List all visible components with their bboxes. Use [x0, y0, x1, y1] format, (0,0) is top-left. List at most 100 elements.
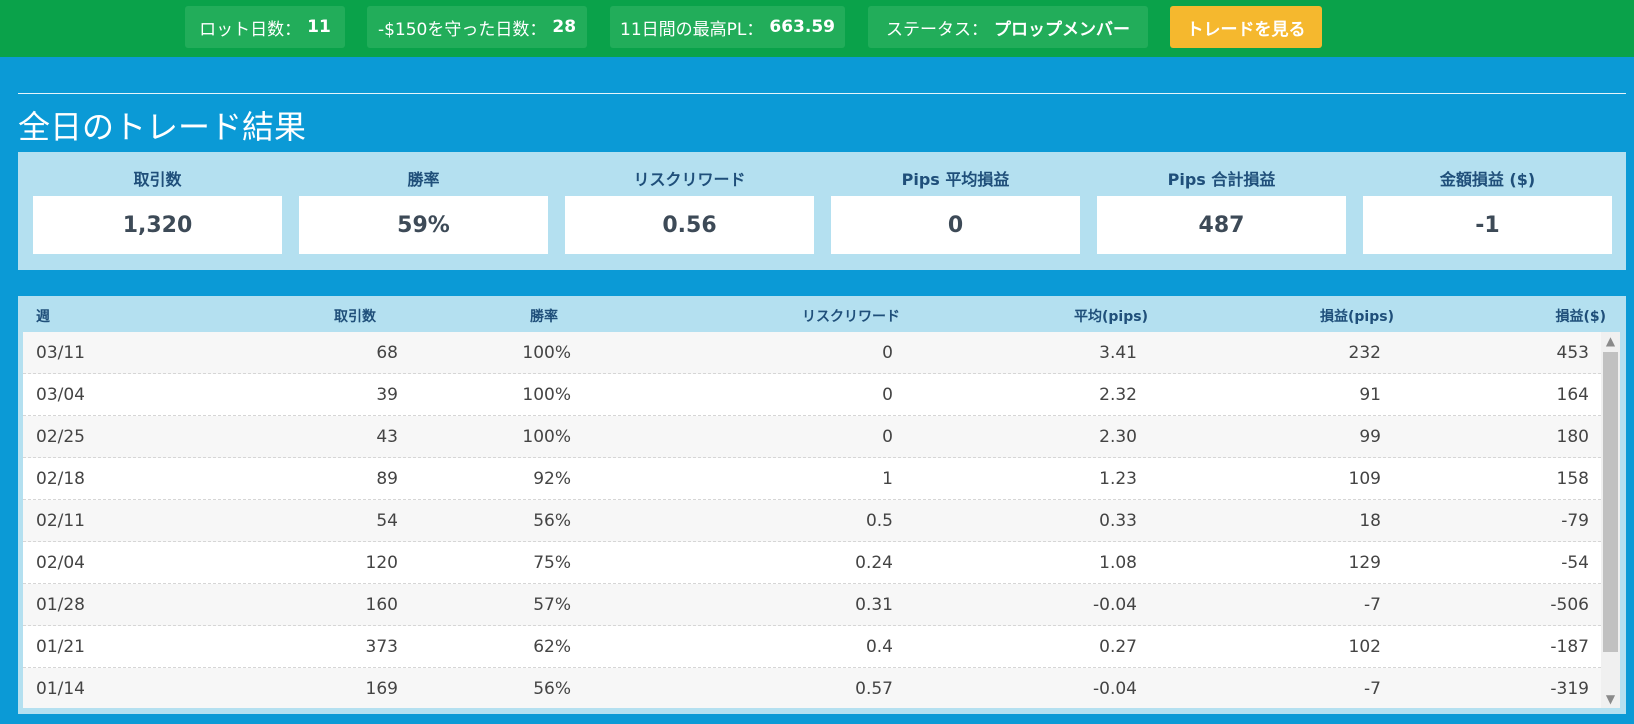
- cell-pl-pips: 109: [1348, 469, 1381, 489]
- table-body: 03/11 68 100% 0 3.41 232 453 03/04 39 100% 0 2.32 91…: [23, 332, 1601, 708]
- metric-pips-total-value: 487: [1097, 196, 1346, 254]
- cell-risk-reward: 1: [882, 469, 893, 489]
- cell-trades: 54: [376, 511, 398, 531]
- cell-pl-pips: 102: [1348, 637, 1381, 657]
- cell-pl-usd: 180: [1556, 427, 1589, 447]
- table-row[interactable]: 03/11 68 100% 0 3.41 232 453: [23, 332, 1601, 374]
- metric-trades: 取引数 1,320: [33, 152, 282, 270]
- metric-pips-average-value: 0: [831, 196, 1080, 254]
- title-divider: [18, 93, 1626, 94]
- metric-risk-reward-value: 0.56: [565, 196, 814, 254]
- cell-risk-reward: 0.31: [855, 595, 893, 615]
- header-win-rate[interactable]: 勝率: [530, 306, 558, 326]
- metric-trades-label: 取引数: [133, 170, 182, 189]
- cell-risk-reward: 0.24: [855, 553, 893, 573]
- table-row[interactable]: 03/04 39 100% 0 2.32 91 164: [23, 374, 1601, 416]
- cell-risk-reward: 0.5: [865, 511, 893, 531]
- cell-pl-pips: 18: [1359, 511, 1381, 531]
- cell-pl-usd: 158: [1556, 469, 1589, 489]
- cell-win-rate: 92%: [533, 469, 571, 489]
- page-title: 全日のトレード結果: [18, 108, 307, 146]
- cell-win-rate: 56%: [533, 679, 571, 699]
- metric-pips-average: Pips 平均損益 0: [831, 152, 1080, 270]
- weekly-results-table: 週 取引数 勝率 リスクリワード 平均(pips) 損益(pips) 損益($)…: [18, 296, 1626, 714]
- header-trades[interactable]: 取引数: [334, 306, 376, 326]
- cell-pl-usd: -187: [1550, 637, 1589, 657]
- cell-average-pips: -0.04: [1093, 595, 1137, 615]
- metric-pips-total: Pips 合計損益 487: [1097, 152, 1346, 270]
- metric-win-rate-label: 勝率: [407, 170, 440, 189]
- cell-average-pips: 1.23: [1099, 469, 1137, 489]
- table-scrollbar[interactable]: ▲ ▼: [1601, 332, 1620, 708]
- table-row[interactable]: 02/11 54 56% 0.5 0.33 18 -79: [23, 500, 1601, 542]
- header-pl-usd[interactable]: 損益($): [1555, 306, 1606, 326]
- cell-week: 01/14: [36, 679, 85, 699]
- cell-risk-reward: 0: [882, 427, 893, 447]
- cell-average-pips: 0.27: [1099, 637, 1137, 657]
- cell-pl-usd: -79: [1561, 511, 1589, 531]
- cell-week: 03/04: [36, 385, 85, 405]
- cell-average-pips: -0.04: [1093, 679, 1137, 699]
- top-stats-bar: ロット日数： 11 -$150を守った日数： 28 11日間の最高PL： 663.59…: [0, 0, 1634, 57]
- header-risk-reward[interactable]: リスクリワード: [802, 306, 900, 326]
- chevron-down-icon[interactable]: ▼: [1601, 690, 1620, 708]
- cell-win-rate: 56%: [533, 511, 571, 531]
- metric-trades-value: 1,320: [33, 196, 282, 254]
- cell-week: 02/04: [36, 553, 85, 573]
- stat-best-pl: 11日間の最高PL： 663.59: [610, 6, 845, 48]
- cell-trades: 120: [365, 553, 398, 573]
- cell-pl-usd: -506: [1550, 595, 1589, 615]
- cell-trades: 373: [365, 637, 398, 657]
- metric-amount-pl: 金額損益 ($) -1: [1363, 152, 1612, 270]
- stat-status-label: ステータス：: [886, 19, 988, 40]
- stat-lot-days-value: 11: [307, 17, 331, 37]
- stat-status: ステータス： プロップメンバー: [868, 6, 1148, 48]
- table-row[interactable]: 01/28 160 57% 0.31 -0.04 -7 -506: [23, 584, 1601, 626]
- cell-risk-reward: 0.57: [855, 679, 893, 699]
- cell-pl-usd: 164: [1556, 385, 1589, 405]
- cell-pl-pips: -7: [1364, 595, 1381, 615]
- cell-trades: 43: [376, 427, 398, 447]
- cell-average-pips: 2.32: [1099, 385, 1137, 405]
- table-row[interactable]: 01/14 169 56% 0.57 -0.04 -7 -319: [23, 668, 1601, 708]
- cell-trades: 160: [365, 595, 398, 615]
- metric-risk-reward: リスクリワード 0.56: [565, 152, 814, 270]
- cell-win-rate: 100%: [522, 385, 571, 405]
- header-average-pips[interactable]: 平均(pips): [1074, 306, 1148, 326]
- table-row[interactable]: 02/25 43 100% 0 2.30 99 180: [23, 416, 1601, 458]
- table-row[interactable]: 02/04 120 75% 0.24 1.08 129 -54: [23, 542, 1601, 584]
- table-header: 週 取引数 勝率 リスクリワード 平均(pips) 損益(pips) 損益($): [18, 296, 1626, 332]
- cell-pl-usd: -54: [1561, 553, 1589, 573]
- cell-pl-usd: 453: [1556, 343, 1589, 363]
- cell-win-rate: 100%: [522, 427, 571, 447]
- summary-panel: 取引数 1,320 勝率 59% リスクリワード 0.56 Pips 平均損益 …: [18, 152, 1626, 270]
- header-pl-pips[interactable]: 損益(pips): [1320, 306, 1394, 326]
- cell-week: 02/11: [36, 511, 85, 531]
- stat-lot-days-label: ロット日数：: [199, 19, 302, 40]
- view-trades-button[interactable]: トレードを見る: [1170, 6, 1322, 48]
- cell-win-rate: 75%: [533, 553, 571, 573]
- stat-days-kept-150-value: 28: [552, 17, 577, 37]
- cell-trades: 39: [376, 385, 398, 405]
- cell-pl-pips: -7: [1364, 679, 1381, 699]
- cell-week: 02/18: [36, 469, 85, 489]
- table-row[interactable]: 01/21 373 62% 0.4 0.27 102 -187: [23, 626, 1601, 668]
- cell-risk-reward: 0.4: [865, 637, 893, 657]
- table-row[interactable]: 02/18 89 92% 1 1.23 109 158: [23, 458, 1601, 500]
- cell-average-pips: 0.33: [1099, 511, 1137, 531]
- cell-pl-pips: 99: [1359, 427, 1381, 447]
- metric-amount-pl-label: 金額損益 ($): [1439, 170, 1536, 189]
- metric-amount-pl-value: -1: [1363, 196, 1612, 254]
- scrollbar-thumb[interactable]: [1603, 352, 1618, 652]
- cell-win-rate: 57%: [533, 595, 571, 615]
- stat-days-kept-150-label: -$150を守った日数：: [377, 19, 547, 40]
- cell-risk-reward: 0: [882, 343, 893, 363]
- metric-pips-average-label: Pips 平均損益: [901, 170, 1010, 189]
- chevron-up-icon[interactable]: ▲: [1601, 332, 1620, 350]
- cell-average-pips: 3.41: [1099, 343, 1137, 363]
- metric-risk-reward-label: リスクリワード: [633, 170, 746, 189]
- header-week[interactable]: 週: [36, 306, 50, 326]
- cell-week: 01/21: [36, 637, 85, 657]
- cell-win-rate: 62%: [533, 637, 571, 657]
- stat-days-kept-150: -$150を守った日数： 28: [367, 6, 587, 48]
